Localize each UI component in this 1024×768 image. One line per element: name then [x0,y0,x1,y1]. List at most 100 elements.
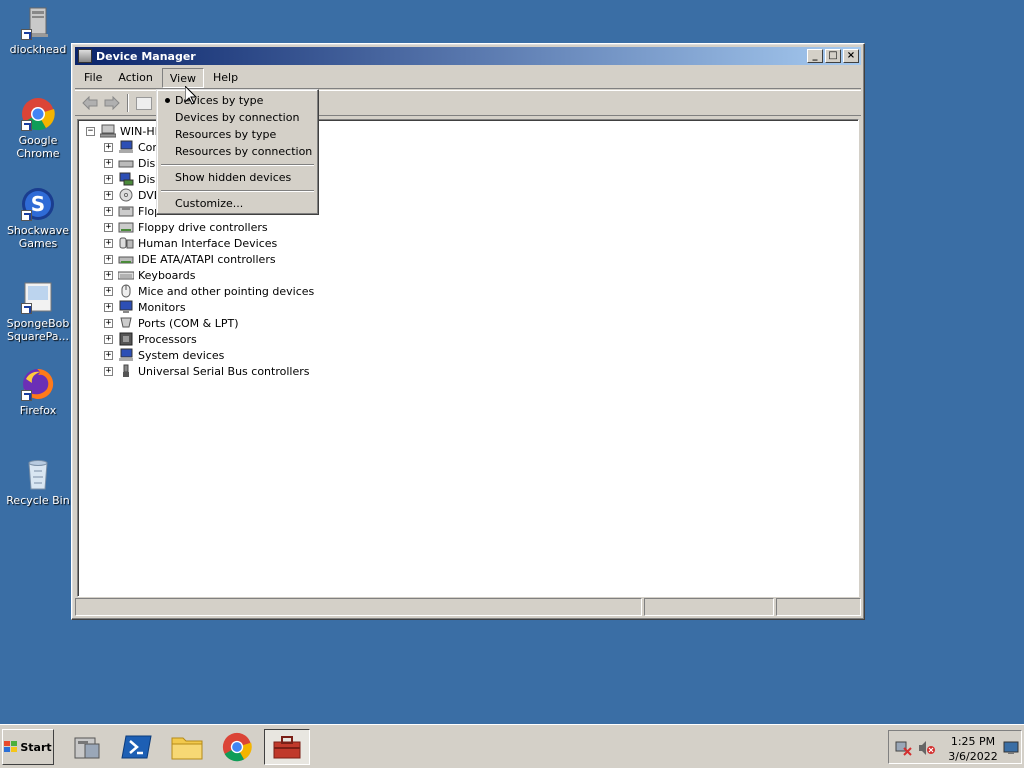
mouse-icon [118,284,134,298]
tree-item[interactable]: + Com [104,139,163,155]
expand-icon[interactable]: + [104,238,113,248]
powershell-icon [121,735,152,759]
spongebob-icon [21,280,55,314]
clock-time[interactable]: 1:25 PM [947,735,999,748]
close-button[interactable]: × [843,49,859,63]
menu-item-customize[interactable]: Customize... [159,195,316,212]
back-arrow-icon [82,96,98,110]
desktop-icon-recycle-bin[interactable]: Recycle Bin [0,457,76,507]
tree-item[interactable]: + Monitors [104,299,186,315]
svg-text:S: S [31,192,45,216]
menu-item-resources-by-type[interactable]: Resources by type [159,126,316,143]
expand-icon[interactable]: + [104,318,113,328]
expand-icon[interactable]: + [104,142,113,152]
status-pane [644,598,774,616]
desktop-icon-chrome[interactable]: Google Chrome [0,97,76,160]
toolbox-icon [273,736,301,759]
tree-item[interactable]: + Disp [104,171,162,187]
menu-item-devices-by-connection[interactable]: Devices by connection [159,109,316,126]
expand-icon[interactable]: + [104,350,113,360]
expand-icon[interactable]: + [104,286,113,296]
expand-icon[interactable]: + [104,174,113,184]
status-bar [75,598,861,616]
tree-item[interactable]: + Keyboards [104,267,195,283]
clock-date[interactable]: 3/6/2022 [947,750,999,763]
forward-button[interactable] [101,93,123,113]
dvd-drive-icon [118,188,134,202]
processor-icon [118,332,134,346]
desktop-icon-firefox[interactable]: Firefox [0,367,76,417]
properties-button[interactable] [133,93,155,113]
tree-item[interactable]: + IDE ATA/ATAPI controllers [104,251,276,267]
computer-icon [99,124,117,138]
taskbar-app-chrome[interactable] [214,729,260,765]
menu-item-show-hidden-devices[interactable]: Show hidden devices [159,169,316,186]
expand-icon[interactable]: + [104,334,113,344]
minimize-button[interactable]: _ [807,49,823,63]
tree-item[interactable]: + Flop [104,203,161,219]
maximize-button[interactable]: □ [825,49,841,63]
menu-file[interactable]: File [77,68,109,88]
menu-item-resources-by-connection[interactable]: Resources by connection [159,143,316,160]
taskbar-app-device-manager[interactable] [264,729,310,765]
menu-help[interactable]: Help [206,68,245,88]
taskbar-app-explorer[interactable] [164,729,210,765]
status-pane [75,598,642,616]
tree-item[interactable]: + Floppy drive controllers [104,219,268,235]
menu-item-devices-by-type[interactable]: Devices by type [159,92,316,109]
expand-icon[interactable]: + [104,366,113,376]
start-button[interactable]: Start [2,729,54,765]
hid-icon [118,236,134,250]
windows-logo-icon [4,741,18,753]
floppy-controller-icon [118,220,134,234]
server-manager-icon [74,737,100,759]
expand-icon[interactable]: + [104,302,113,312]
tree-item[interactable]: + Ports (COM & LPT) [104,315,239,331]
desktop-icon-spongebob[interactable]: SpongeBob SquarePa... [0,280,76,343]
desktop-icon-label: Recycle Bin [6,494,70,507]
tree-item[interactable]: + Processors [104,331,197,347]
taskbar: Start 1:25 PM 3/6/2022 [0,724,1024,768]
mouse-cursor-icon [185,86,197,105]
system-device-icon [118,348,134,362]
collapse-icon[interactable]: − [86,126,95,136]
tree-item[interactable]: + Human Interface Devices [104,235,277,251]
status-pane [776,598,861,616]
forward-arrow-icon [104,96,120,110]
expand-icon[interactable]: + [104,206,113,216]
taskbar-app-server-manager[interactable] [64,729,110,765]
tree-root[interactable]: − WIN-HI [86,123,158,139]
chrome-icon [21,97,55,131]
radio-bullet-icon [165,98,170,103]
desktop-icon-diockhead[interactable]: diockhead [0,6,76,56]
desktop-icon-shockwave[interactable]: S Shockwave Games [0,187,76,250]
title-bar[interactable]: Device Manager _ □ × [75,47,861,65]
view-menu-dropdown: Devices by type Devices by connection Re… [156,89,319,215]
folder-icon [171,737,203,760]
ide-controller-icon [118,252,134,266]
expand-icon[interactable]: + [104,190,113,200]
floppy-icon [118,204,134,218]
tree-item[interactable]: + Universal Serial Bus controllers [104,363,309,379]
taskbar-app-powershell[interactable] [114,729,160,765]
system-tray: 1:25 PM 3/6/2022 [888,730,1022,764]
expand-icon[interactable]: + [104,158,113,168]
back-button[interactable] [79,93,101,113]
volume-muted-icon[interactable] [918,740,936,756]
tree-item[interactable]: + Mice and other pointing devices [104,283,314,299]
tree-item[interactable]: + DVD [104,187,162,203]
expand-icon[interactable]: + [104,270,113,280]
desktop-icon-label: Google Chrome [16,134,60,160]
computer-icon [118,140,134,154]
menu-action[interactable]: Action [111,68,159,88]
show-desktop-icon[interactable] [1003,741,1019,755]
start-label: Start [20,740,52,754]
tree-item[interactable]: + Disk [104,155,162,171]
firefox-icon [21,367,55,401]
network-icon[interactable] [895,740,913,756]
desktop-icon-label: Firefox [19,404,57,417]
menu-view[interactable]: View [161,67,204,88]
expand-icon[interactable]: + [104,254,113,264]
tree-item[interactable]: + System devices [104,347,224,363]
expand-icon[interactable]: + [104,222,113,232]
